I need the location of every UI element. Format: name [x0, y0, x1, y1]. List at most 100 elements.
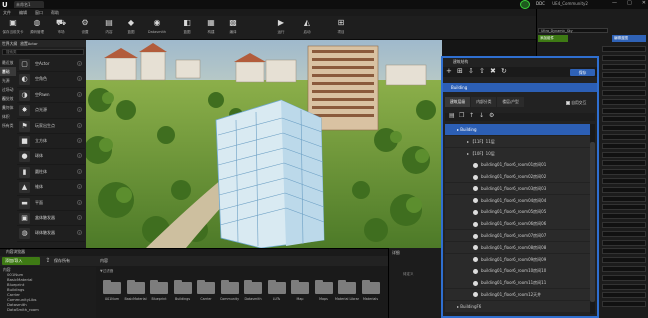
room-node-icon[interactable] — [473, 280, 478, 286]
detail-value-field[interactable] — [602, 186, 646, 193]
detail-value-field[interactable] — [602, 54, 646, 61]
detail-value-field[interactable] — [602, 301, 646, 308]
actor-list-item[interactable]: ▲ 锥体? — [17, 180, 85, 196]
refresh-icon[interactable]: ↻ — [501, 68, 507, 75]
room-node-icon[interactable] — [473, 186, 478, 192]
actor-list-item[interactable]: ▢ 空Actor? — [17, 57, 85, 73]
asset-folder[interactable]: 001Num — [100, 280, 124, 316]
detail-value-field[interactable] — [602, 72, 646, 79]
tree-node[interactable]: building01_floor6_room11房间11 — [445, 277, 595, 289]
detail-value-field[interactable] — [602, 292, 646, 299]
asset-folder[interactable]: LUTs — [265, 280, 289, 316]
asset-folder[interactable]: Blueprint — [147, 280, 171, 316]
room-node-icon[interactable] — [473, 162, 478, 168]
detail-value-field[interactable] — [602, 195, 646, 202]
tree-node[interactable]: ▸ 【11F】11层 — [445, 135, 595, 147]
tree-node[interactable]: ▸ Building — [445, 124, 595, 136]
delete-icon[interactable]: ✖ — [490, 68, 496, 75]
help-icon[interactable]: ? — [77, 230, 82, 236]
move-up-icon[interactable]: ↑ — [469, 113, 474, 119]
room-node-icon[interactable] — [473, 257, 478, 263]
actor-name-field[interactable]: Ultra_Dynamic_Sky — [538, 28, 608, 33]
tree-node[interactable]: building01_floor6_room09房间09 — [445, 253, 595, 265]
dialog-root-header[interactable]: Building — [443, 83, 597, 92]
cinematics-button[interactable]: ◧ 蓝图 — [176, 18, 198, 38]
add-import-button[interactable]: 添加/导入 — [2, 257, 40, 265]
help-icon[interactable]: ? — [77, 76, 82, 82]
help-icon[interactable]: ? — [77, 61, 82, 66]
tab-building-hierarchy[interactable]: 建筑层级 — [445, 97, 471, 107]
detail-value-field[interactable] — [602, 230, 646, 237]
actor-list-item[interactable]: ▣ 盒体触发器? — [17, 211, 85, 227]
help-icon[interactable]: ? — [77, 122, 82, 128]
add-component-button[interactable]: 添加组件 — [538, 35, 568, 42]
detail-value-field[interactable] — [602, 239, 646, 246]
tree-node[interactable]: building01_floor6_room12天井 — [445, 288, 595, 301]
detail-value-field[interactable] — [602, 46, 646, 52]
folder-icon[interactable]: ▤ — [449, 113, 455, 119]
asset-folder[interactable]: Datasmith — [241, 280, 265, 316]
tab-place-actor[interactable]: 放置Actor — [20, 40, 38, 47]
asset-folder[interactable]: Map — [288, 280, 312, 316]
settings-button[interactable]: ⚙ 设置 — [74, 18, 96, 38]
actor-list-item[interactable]: ◍ 球体触发器? — [17, 226, 85, 242]
room-node-icon[interactable] — [473, 268, 478, 274]
asset-folder[interactable]: Maps — [312, 280, 336, 316]
help-icon[interactable]: ? — [77, 184, 82, 190]
tab-internal-category[interactable]: 内部分类 — [471, 97, 497, 107]
detail-value-field[interactable] — [602, 63, 646, 70]
asset-folder[interactable]: Material Library — [335, 280, 359, 316]
category-item[interactable]: 所有类 — [0, 121, 16, 130]
help-icon[interactable]: ? — [77, 214, 82, 220]
checkbox-icon[interactable] — [566, 101, 570, 105]
actor-list-item[interactable]: ■ 立方体? — [17, 134, 85, 150]
maximize-icon[interactable]: □ — [627, 1, 632, 8]
detail-value-field[interactable] — [602, 107, 646, 114]
room-node-icon[interactable] — [473, 209, 478, 215]
actor-list-item[interactable]: ● 球体? — [17, 149, 85, 165]
category-item[interactable]: 过场动画 — [0, 85, 16, 101]
actor-list-item[interactable]: ▬ 平面? — [17, 196, 85, 211]
detail-value-field[interactable] — [602, 125, 646, 132]
help-icon[interactable]: ? — [77, 137, 82, 143]
close-icon[interactable]: ✕ — [642, 1, 646, 8]
detail-value-field[interactable] — [602, 116, 646, 123]
actor-list-item[interactable]: ◑ 空Pawn? — [17, 88, 85, 104]
tree-node[interactable]: building01_floor6_room05房间05 — [445, 206, 595, 218]
detail-value-field[interactable] — [602, 257, 646, 264]
asset-folder[interactable]: Materials — [359, 280, 383, 316]
detail-value-field[interactable] — [602, 266, 646, 272]
room-node-icon[interactable] — [473, 174, 478, 180]
category-item[interactable]: 体积 — [0, 112, 16, 121]
detail-value-field[interactable] — [602, 169, 646, 176]
import-icon[interactable]: ⇪ — [43, 257, 53, 265]
detail-value-field[interactable] — [602, 213, 646, 220]
detail-value-field[interactable] — [602, 204, 646, 211]
tree-node[interactable]: building01_floor6_room03房间03 — [445, 182, 595, 195]
tree-node[interactable]: building01_floor6_room01房间01 — [445, 159, 595, 171]
help-icon[interactable]: ? — [77, 168, 82, 174]
menu-help[interactable]: 帮助 — [51, 9, 59, 16]
level-viewport[interactable] — [86, 40, 442, 248]
save-level-button[interactable]: ▣ 保存当前关卡 — [2, 18, 24, 38]
detail-value-field[interactable] — [602, 151, 646, 158]
detail-value-field[interactable] — [602, 134, 646, 140]
actor-list-item[interactable]: ✸ 点光源? — [17, 103, 85, 119]
help-icon[interactable]: ? — [77, 91, 82, 97]
help-icon[interactable]: ? — [77, 199, 82, 205]
build-button[interactable]: ▦ 构建 — [200, 18, 222, 38]
category-item[interactable]: 光源 — [0, 76, 16, 85]
tree-scroll-thumb[interactable] — [590, 142, 595, 302]
category-item[interactable]: 几何体 — [0, 103, 16, 112]
detail-value-field[interactable] — [602, 160, 646, 167]
breadcrumb-content[interactable]: 内容 — [100, 257, 130, 265]
category-item[interactable]: 基础 — [0, 67, 16, 76]
detail-value-field[interactable] — [602, 98, 646, 105]
level-tab[interactable]: 未命名1 — [14, 1, 44, 8]
actor-list-item[interactable]: ◐ 空角色? — [17, 72, 85, 88]
tree-node[interactable]: building01_floor6_room07房间07 — [445, 230, 595, 242]
menu-file[interactable]: 文件 — [3, 9, 11, 16]
help-icon[interactable]: ? — [77, 153, 82, 159]
settings-icon[interactable]: ⚙ — [489, 113, 494, 119]
detail-value-field[interactable] — [602, 283, 646, 290]
